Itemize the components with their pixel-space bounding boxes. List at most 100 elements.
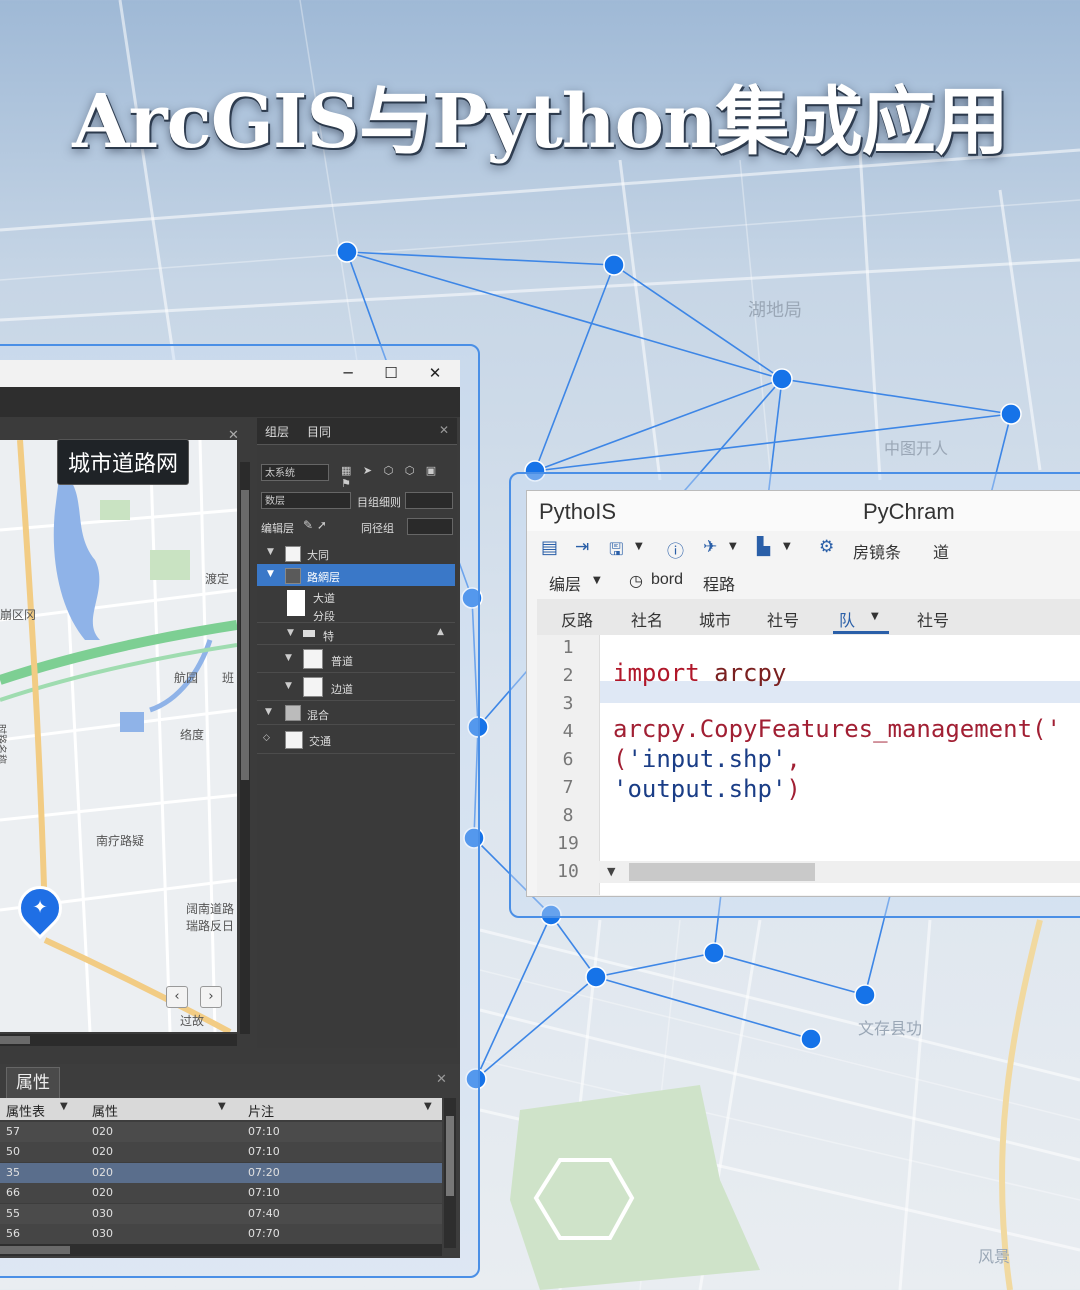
chevron-down-icon[interactable]: ▼ bbox=[593, 575, 601, 586]
expand-icon[interactable]: ▼ bbox=[285, 681, 292, 691]
code-editor[interactable]: 1 2 3 4 6 7 8 19 10 import arcpy arcpy.C… bbox=[537, 635, 1080, 895]
folder-icon[interactable]: ▙ bbox=[757, 537, 770, 557]
table-row[interactable]: 56 030 07:70 bbox=[0, 1224, 442, 1244]
scrollbar-thumb[interactable] bbox=[446, 1116, 454, 1196]
path-dropdown[interactable] bbox=[407, 518, 453, 535]
table-row[interactable]: 66 020 07:10 bbox=[0, 1183, 442, 1204]
pencil-icon[interactable]: ✎ ➚ bbox=[303, 518, 327, 532]
table-cell: 07:10 bbox=[248, 1145, 280, 1159]
eye-icon[interactable]: ◇ bbox=[263, 733, 270, 743]
save-icon[interactable]: 🖫 bbox=[609, 537, 623, 566]
expand-icon[interactable]: ▼ bbox=[285, 653, 292, 663]
minimize-button[interactable]: ─ bbox=[338, 364, 358, 382]
map-close-icon[interactable]: ✕ bbox=[228, 428, 239, 443]
pin-icon[interactable]: ✈ bbox=[703, 537, 717, 557]
info-icon[interactable]: ⓘ bbox=[667, 537, 684, 562]
layer-checkbox[interactable] bbox=[285, 705, 301, 721]
toolbar-label[interactable]: 房镜条 bbox=[853, 539, 901, 563]
table-cell: 50 bbox=[6, 1145, 20, 1159]
close-button[interactable]: ✕ bbox=[425, 364, 445, 382]
layer-checkbox[interactable] bbox=[303, 649, 323, 669]
map-view[interactable]: 渡定 崩区冈 航园 班 络度 南疗路疑 阔南道路 瑞路反日 过故 时路名称 ✦ … bbox=[0, 440, 237, 1032]
attribute-horizontal-scrollbar[interactable] bbox=[0, 1244, 442, 1256]
maximize-button[interactable]: ☐ bbox=[381, 364, 401, 382]
code-line: arcpy.CopyFeatures_management(' bbox=[613, 715, 1061, 743]
tab-catalog[interactable]: 目同 bbox=[307, 423, 331, 440]
chevron-down-icon[interactable]: ▼ bbox=[635, 541, 643, 552]
bg-map-label: 中图开人 bbox=[884, 439, 948, 458]
scrollbar-thumb[interactable] bbox=[629, 863, 815, 881]
map-horizontal-scrollbar[interactable] bbox=[0, 1034, 237, 1046]
collapse-icon[interactable]: ▲ bbox=[437, 627, 444, 637]
menu-item[interactable]: bord bbox=[651, 571, 683, 589]
tab-item[interactable]: 社号 bbox=[917, 607, 949, 631]
toc-item-selected[interactable]: ▼ 路網层 bbox=[257, 564, 455, 586]
toolbar-label[interactable]: 道 bbox=[933, 539, 949, 563]
map-label: 渡定 bbox=[205, 572, 230, 586]
toc-item[interactable]: ▼ 普道 bbox=[257, 644, 455, 673]
toc-item[interactable]: ◇ 交通 bbox=[257, 724, 455, 754]
chevron-down-icon[interactable]: ▼ bbox=[783, 541, 791, 552]
map-vertical-scrollbar[interactable] bbox=[240, 462, 250, 1034]
table-row[interactable]: 57 020 07:10 bbox=[0, 1122, 442, 1142]
toc-item[interactable]: ▼ 特 ▲ bbox=[257, 622, 455, 645]
map-prev-button[interactable]: ‹ bbox=[166, 986, 188, 1008]
settings-icon[interactable]: ⚙ bbox=[819, 537, 834, 557]
menu-item[interactable]: 编层 bbox=[549, 571, 581, 595]
layer-checkbox[interactable] bbox=[285, 568, 301, 584]
step-icon[interactable]: ⇥ bbox=[575, 537, 589, 557]
tab-item[interactable]: 城市 bbox=[699, 607, 731, 631]
layer-checkbox[interactable] bbox=[303, 677, 323, 697]
chevron-down-icon[interactable]: ▼ bbox=[424, 1101, 432, 1112]
arcgis-menubar bbox=[0, 387, 460, 417]
column-header[interactable]: 属性 bbox=[92, 1101, 118, 1120]
attributes-close-icon[interactable]: ✕ bbox=[436, 1072, 447, 1087]
expand-icon[interactable]: ▼ bbox=[267, 569, 274, 579]
expand-icon[interactable]: ▼ bbox=[287, 628, 294, 638]
attribute-vertical-scrollbar[interactable] bbox=[444, 1098, 456, 1248]
tab-layers[interactable]: 组层 bbox=[265, 423, 289, 440]
tab-item[interactable]: 社号 bbox=[767, 607, 799, 631]
pycharm-menurow: 编层 ▼ ◷ bord 程路 bbox=[527, 565, 1080, 597]
group-rule-dropdown[interactable]: 目组细则 bbox=[357, 494, 401, 510]
system-dropdown[interactable]: 太系统 bbox=[261, 464, 329, 481]
toc-item[interactable]: ▼ 混合 bbox=[257, 700, 455, 725]
expand-icon[interactable]: ▼ bbox=[265, 707, 272, 717]
pattern-dropdown[interactable] bbox=[405, 492, 453, 509]
history-icon[interactable]: ◷ bbox=[629, 571, 643, 590]
map-next-button[interactable]: › bbox=[200, 986, 222, 1008]
menu-item[interactable]: 程路 bbox=[703, 571, 735, 595]
table-cell: 35 bbox=[6, 1165, 20, 1179]
window-icon[interactable]: ▤ bbox=[541, 537, 558, 558]
column-header[interactable]: 属性表 bbox=[6, 1101, 45, 1120]
tab-item-active[interactable]: 队 bbox=[839, 607, 855, 631]
tab-attributes[interactable]: 属性 bbox=[6, 1067, 60, 1099]
toc-close-icon[interactable]: ✕ bbox=[439, 423, 449, 437]
column-header[interactable]: 片注 bbox=[248, 1101, 274, 1120]
chevron-down-icon[interactable]: ▼ bbox=[871, 611, 879, 622]
toolbar-icons[interactable]: ▦ ➤ ⬡ ⬡ ▣ ⚑ bbox=[341, 464, 457, 490]
scrollbar-thumb[interactable] bbox=[0, 1036, 30, 1044]
toc-item[interactable]: ▼ 边道 bbox=[257, 672, 455, 701]
scrollbar-thumb[interactable] bbox=[0, 1246, 70, 1254]
table-row[interactable]: 35 020 07:20 bbox=[0, 1162, 442, 1183]
layer-dropdown[interactable]: 数层 bbox=[261, 492, 351, 509]
toc-item[interactable]: ▼ 大同 bbox=[257, 542, 455, 564]
table-row[interactable]: 55 030 07:40 bbox=[0, 1203, 442, 1224]
table-row[interactable]: 50 020 07:10 bbox=[0, 1142, 442, 1163]
editor-horizontal-scrollbar[interactable]: ▼ bbox=[599, 861, 1080, 883]
chevron-down-icon[interactable]: ▼ bbox=[729, 541, 737, 552]
layer-checkbox[interactable] bbox=[285, 731, 303, 749]
chevron-down-icon[interactable]: ▼ bbox=[60, 1101, 68, 1112]
bg-map-label: 风景 bbox=[978, 1247, 1010, 1266]
tab-item[interactable]: 反路 bbox=[561, 607, 593, 631]
layer-checkbox[interactable] bbox=[285, 546, 301, 562]
scrollbar-thumb[interactable] bbox=[241, 490, 249, 780]
path-group-label[interactable]: 同径组 bbox=[361, 520, 394, 536]
tab-item[interactable]: 社名 bbox=[631, 607, 663, 631]
expand-icon[interactable]: ▼ bbox=[267, 547, 274, 557]
chevron-down-icon[interactable]: ▼ bbox=[218, 1101, 226, 1112]
chevron-down-icon[interactable]: ▼ bbox=[607, 865, 615, 878]
pycharm-titlebar: PythoIS PyChram bbox=[527, 491, 1080, 531]
toc-tabbar: 组层 目同 ✕ bbox=[257, 418, 457, 445]
